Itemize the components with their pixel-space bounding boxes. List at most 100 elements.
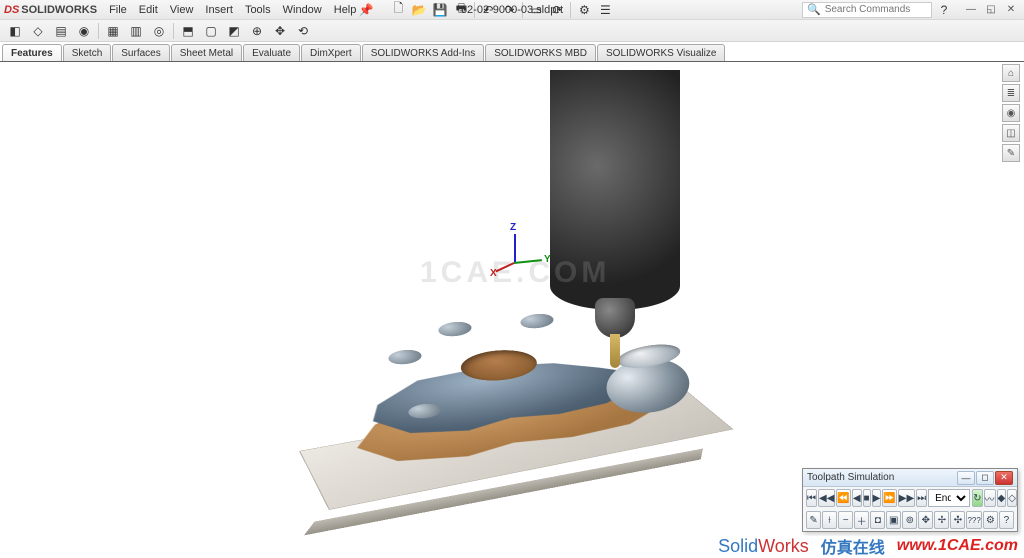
separator [98,23,99,39]
appearance-icon[interactable]: ◉ [73,21,95,41]
view-iso-icon[interactable]: ◩ [223,21,245,41]
title-bar: DS SOLIDWORKS File Edit View Insert Tool… [0,0,1024,20]
sim-pick-a-icon[interactable]: ✥ [918,511,933,529]
sim-refresh-icon[interactable]: ↻ [972,489,982,507]
main-menu: File Edit View Insert Tools Window Help [109,4,356,16]
menu-window[interactable]: Window [283,4,322,16]
taskpane-decals-icon[interactable]: ◫ [1002,124,1020,142]
footer-brand: SolidWorks [718,536,809,557]
logo-ds: DS [4,4,19,16]
spindle-collet [595,298,635,338]
part-boss [516,311,557,331]
footer-url: www.1CAE.com [897,537,1018,555]
zoom-icon[interactable]: ⊕ [246,21,268,41]
part-boss [434,319,475,339]
cutting-tool [610,334,620,368]
sim-step-fwd-icon[interactable]: ▶▶ [898,489,915,507]
menu-edit[interactable]: Edit [139,4,158,16]
close-icon[interactable]: ✕ [1002,3,1020,17]
taskpane-home-icon[interactable]: ⌂ [1002,64,1020,82]
tab-surfaces[interactable]: Surfaces [112,44,169,61]
tab-visualize[interactable]: SOLIDWORKS Visualize [597,44,725,61]
view-normal-icon[interactable]: ⬒ [177,21,199,41]
sim-begin-icon[interactable]: ⏮ [806,489,817,507]
menu-tools[interactable]: Tools [245,4,271,16]
model-scene [260,90,780,550]
watermark: 1CAE.COM [420,256,610,290]
taskpane-appearance-icon[interactable]: ◉ [1002,104,1020,122]
sim-stop-icon[interactable]: ■ [863,489,871,507]
sim-close-icon[interactable]: ✕ [995,471,1013,485]
sim-playback-row: ⏮ ◀◀ ⏪ ◀ ■ ▶ ⏩ ▶▶ ⏭ End ↻ 〰 ◆ ◇ [803,487,1017,509]
menu-pin-icon[interactable]: 📌 [356,1,376,19]
sim-play-icon[interactable]: ▶ [872,489,882,507]
sim-step-back-icon[interactable]: ◀◀ [818,489,835,507]
tab-evaluate[interactable]: Evaluate [243,44,300,61]
sim-end-select[interactable]: End [928,489,970,507]
save-icon[interactable]: 💾 [430,1,450,19]
search-commands[interactable]: 🔍 [802,2,932,18]
search-input[interactable] [825,4,927,15]
sim-play-back-icon[interactable]: ◀ [852,489,862,507]
toolpath-simulation-window[interactable]: Toolpath Simulation — ◻ ✕ ⏮ ◀◀ ⏪ ◀ ■ ▶ ⏩… [802,468,1018,532]
title-right: 🔍 ? — ◱ ✕ [802,1,1020,19]
sim-pick-c-icon[interactable]: ✣ [950,511,965,529]
taskpane-props-icon[interactable]: ✎ [1002,144,1020,162]
restore-icon[interactable]: ◱ [982,3,1000,17]
sim-target-icon[interactable]: ⊚ [902,511,917,529]
minimize-icon[interactable]: — [962,3,980,17]
menu-file[interactable]: File [109,4,127,16]
logo-text: SOLIDWORKS [21,4,97,16]
tab-mbd[interactable]: SOLIDWORKS MBD [485,44,596,61]
sim-rewind-icon[interactable]: ⏪ [836,489,850,507]
tab-dimxpert[interactable]: DimXpert [301,44,361,61]
menu-help[interactable]: Help [334,4,357,16]
sim-opts-icon[interactable]: ⚙ [983,511,998,529]
tab-features[interactable]: Features [2,44,62,61]
sim-pick-b-icon[interactable]: ✢ [934,511,949,529]
filter-icon[interactable]: ◧ [4,21,26,41]
open-icon[interactable]: 📂 [409,1,429,19]
sim-help-icon[interactable]: ? [999,511,1014,529]
sim-maximize-icon[interactable]: ◻ [976,471,994,485]
sim-speed-down-icon[interactable]: − [838,511,853,529]
tab-sketch[interactable]: Sketch [63,44,112,61]
task-pane: ⌂ ≣ ◉ ◫ ✎ [1002,64,1020,162]
sim-minimize-icon[interactable]: — [957,471,975,485]
section-icon[interactable]: ▤ [50,21,72,41]
help-icon[interactable]: ? [934,1,954,19]
sim-speed-up-icon[interactable]: ＋ [854,511,869,529]
part-boss [384,347,425,367]
menu-view[interactable]: View [170,4,194,16]
command-tabs: Features Sketch Surfaces Sheet Metal Eva… [0,42,1024,62]
sim-toolpath-icon[interactable]: 〰 [984,489,996,507]
tab-sheet-metal[interactable]: Sheet Metal [171,44,242,61]
taskpane-layers-icon[interactable]: ≣ [1002,84,1020,102]
sim-bound-icon[interactable]: ▣ [886,511,901,529]
sim-titlebar[interactable]: Toolpath Simulation — ◻ ✕ [803,469,1017,487]
rotate-icon[interactable]: ⟲ [292,21,314,41]
settings-icon[interactable]: ☰ [595,1,615,19]
sim-ffwd-icon[interactable]: ⏩ [882,489,896,507]
new-icon[interactable]: 🗋 [388,1,408,19]
scene-icon[interactable]: ▦ [102,21,124,41]
sim-tol-icon[interactable]: ??? [966,511,981,529]
pan-icon[interactable]: ✥ [269,21,291,41]
sim-clamp-icon[interactable]: ◘ [870,511,885,529]
sim-tool-icon[interactable]: ✎ [806,511,821,529]
cube-icon[interactable]: ◇ [27,21,49,41]
separator [570,2,571,18]
sim-segment-icon[interactable]: ⟊ [822,511,837,529]
menu-insert[interactable]: Insert [205,4,233,16]
window-buttons: — ◱ ✕ [962,3,1020,17]
sim-end-icon[interactable]: ⏭ [916,489,927,507]
footer-cn: 仿真在线 [821,534,885,558]
sim-wire-icon[interactable]: ◇ [1007,489,1017,507]
sim-solid-icon[interactable]: ◆ [997,489,1007,507]
view-front-icon[interactable]: ▢ [200,21,222,41]
display-icon[interactable]: ▥ [125,21,147,41]
footer: SolidWorks 仿真在线 www.1CAE.com [0,536,1024,556]
options-icon[interactable]: ⚙ [574,1,594,19]
hide-icon[interactable]: ◎ [148,21,170,41]
tab-addins[interactable]: SOLIDWORKS Add-Ins [362,44,484,61]
